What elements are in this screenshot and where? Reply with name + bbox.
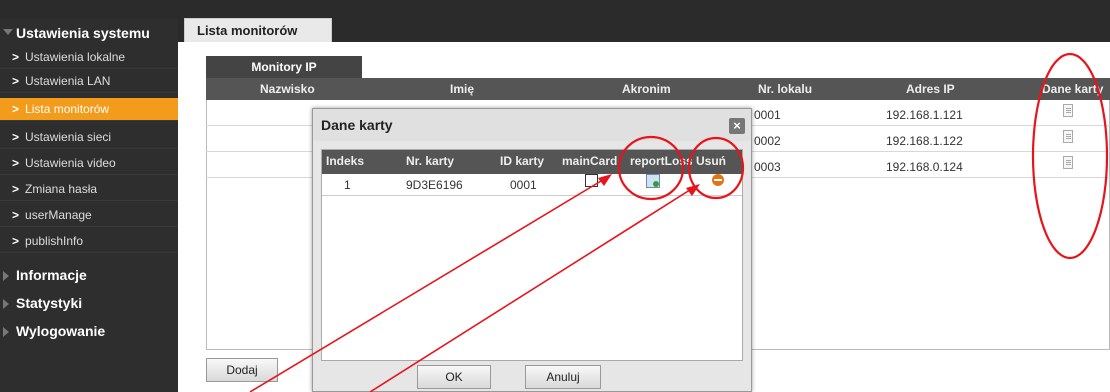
column-header-surname: Nazwisko bbox=[260, 82, 315, 96]
tab-monitor-list[interactable]: Lista monitorów bbox=[184, 18, 332, 42]
sidebar-item-lan-settings[interactable]: > Ustawienia LAN bbox=[0, 70, 178, 93]
sidebar-section-logout[interactable]: Wylogowanie bbox=[0, 318, 178, 344]
triangle-right-icon bbox=[3, 327, 9, 337]
sidebar-section-info[interactable]: Informacje bbox=[0, 262, 178, 288]
column-header-card-number: Nr. karty bbox=[406, 154, 455, 168]
column-header-card-id: ID karty bbox=[500, 154, 545, 168]
column-header-index: Indeks bbox=[326, 154, 365, 168]
sidebar-section-label: Ustawienia systemu bbox=[16, 25, 150, 41]
dialog-title: Dane karty bbox=[313, 109, 751, 141]
card-data-dialog: Dane karty × Indeks Nr. karty ID karty m… bbox=[312, 108, 752, 392]
chevron-right-icon: > bbox=[12, 102, 20, 116]
document-icon[interactable] bbox=[1063, 130, 1073, 143]
close-icon[interactable]: × bbox=[729, 118, 745, 134]
sidebar: Ustawienia systemu > Ustawienia lokalne >… bbox=[0, 18, 178, 392]
unit-number-cell: 0001 bbox=[754, 108, 781, 122]
chevron-right-icon: > bbox=[12, 156, 20, 170]
sidebar-item-label: Ustawienia lokalne bbox=[25, 50, 126, 64]
triangle-right-icon bbox=[3, 271, 9, 281]
sidebar-item-label: Lista monitorów bbox=[25, 102, 110, 116]
column-header-main-card: mainCard bbox=[562, 154, 618, 168]
chevron-right-icon: > bbox=[12, 182, 20, 196]
sidebar-section-label: Informacje bbox=[16, 267, 87, 283]
sidebar-item-label: Zmiana hasła bbox=[25, 182, 98, 196]
triangle-right-icon bbox=[3, 299, 9, 309]
column-header-acronym: Akronim bbox=[622, 82, 671, 96]
ok-button[interactable]: OK bbox=[417, 365, 491, 389]
delete-icon[interactable] bbox=[712, 174, 724, 186]
column-header-report-loss: reportLoss bbox=[630, 154, 692, 168]
sidebar-item-user-manage[interactable]: > userManage bbox=[0, 204, 178, 227]
chevron-right-icon: > bbox=[12, 234, 20, 248]
sidebar-item-label: publishInfo bbox=[25, 234, 84, 248]
sidebar-item-video-settings[interactable]: > Ustawienia video bbox=[0, 152, 178, 175]
ip-address-cell: 192.168.0.124 bbox=[886, 160, 963, 174]
table-header: Nazwisko Imię Akronim Nr. lokalu Adres I… bbox=[206, 78, 1110, 100]
chevron-right-icon: > bbox=[12, 50, 20, 64]
card-index-cell: 1 bbox=[344, 178, 351, 192]
report-loss-icon[interactable] bbox=[646, 174, 660, 188]
add-button[interactable]: Dodaj bbox=[206, 358, 278, 382]
card-table: Indeks Nr. karty ID karty mainCard repor… bbox=[321, 149, 743, 361]
ip-address-cell: 192.168.1.122 bbox=[886, 134, 963, 148]
unit-number-cell: 0002 bbox=[754, 134, 781, 148]
sidebar-item-network-settings[interactable]: > Ustawienia sieci bbox=[0, 126, 178, 149]
column-header-card-data: Dane karty bbox=[1042, 82, 1104, 96]
chevron-right-icon: > bbox=[12, 130, 20, 144]
cancel-button[interactable]: Anuluj bbox=[525, 365, 601, 389]
sidebar-section-stats[interactable]: Statystyki bbox=[0, 290, 178, 316]
triangle-down-icon bbox=[3, 29, 13, 35]
column-header-first-name: Imię bbox=[450, 82, 475, 96]
card-id-cell: 0001 bbox=[510, 178, 537, 192]
sidebar-section-label: Statystyki bbox=[16, 295, 83, 311]
chevron-right-icon: > bbox=[12, 74, 20, 88]
document-icon[interactable] bbox=[1063, 156, 1073, 169]
column-header-ip-address: Adres IP bbox=[906, 82, 955, 96]
card-row[interactable]: 1 9D3E6196 0001 bbox=[322, 174, 742, 196]
card-table-header: Indeks Nr. karty ID karty mainCard repor… bbox=[322, 150, 742, 174]
column-header-delete: Usuń bbox=[696, 154, 726, 168]
sidebar-item-change-password[interactable]: > Zmiana hasła bbox=[0, 178, 178, 201]
main-card-checkbox[interactable] bbox=[585, 174, 598, 187]
sidebar-item-label: Ustawienia video bbox=[25, 156, 116, 170]
ip-address-cell: 192.168.1.121 bbox=[886, 108, 963, 122]
sidebar-section-label: Wylogowanie bbox=[16, 323, 106, 339]
unit-number-cell: 0003 bbox=[754, 160, 781, 174]
chevron-right-icon: > bbox=[12, 208, 20, 222]
card-number-cell: 9D3E6196 bbox=[406, 178, 463, 192]
sidebar-item-local-settings[interactable]: > Ustawienia lokalne bbox=[0, 46, 178, 69]
sidebar-item-label: Ustawienia LAN bbox=[25, 74, 111, 88]
sidebar-item-monitor-list[interactable]: > Lista monitorów bbox=[0, 98, 178, 121]
sidebar-item-label: Ustawienia sieci bbox=[25, 130, 112, 144]
sidebar-item-publish-info[interactable]: > publishInfo bbox=[0, 230, 178, 253]
document-icon[interactable] bbox=[1063, 104, 1073, 117]
tab-ip-monitors[interactable]: Monitory IP bbox=[206, 56, 362, 78]
sidebar-item-label: userManage bbox=[25, 208, 92, 222]
sidebar-section-system[interactable]: Ustawienia systemu bbox=[0, 20, 178, 46]
column-header-unit-number: Nr. lokalu bbox=[758, 82, 813, 96]
